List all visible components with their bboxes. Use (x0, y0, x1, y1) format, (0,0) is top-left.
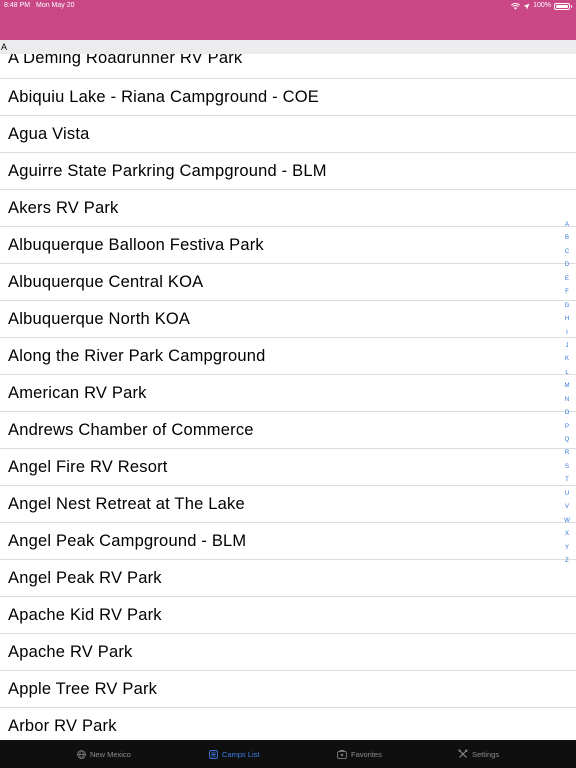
list-item[interactable]: Apache Kid RV Park (0, 597, 576, 634)
index-letter[interactable]: O (562, 407, 572, 420)
battery-percent: 100% (533, 2, 551, 9)
section-header-a: A (0, 40, 576, 54)
index-letter[interactable]: D (562, 259, 572, 272)
location-icon (523, 3, 530, 10)
tab-label: Favorites (351, 749, 382, 759)
list-item[interactable]: Albuquerque Central KOA (0, 264, 576, 301)
list-item[interactable]: Angel Peak Campground - BLM (0, 523, 576, 560)
tab-camps-list[interactable]: Camps List (209, 740, 260, 768)
list-item[interactable]: Apple Tree RV Park (0, 671, 576, 708)
index-letter[interactable]: S (562, 461, 572, 474)
list-item[interactable]: Along the River Park Campground (0, 338, 576, 375)
tab-settings[interactable]: Settings (458, 740, 499, 768)
tab-favorites[interactable]: Favorites (337, 740, 382, 768)
status-date: Mon May 20 (36, 2, 75, 9)
list-item[interactable]: Apache RV Park (0, 634, 576, 671)
tab-bar: New Mexico Camps List Favorites Settings (0, 740, 576, 768)
index-letter[interactable]: A (562, 219, 572, 232)
list-item[interactable]: Angel Nest Retreat at The Lake (0, 486, 576, 523)
index-letter[interactable]: W (562, 515, 572, 528)
camps-list[interactable]: A Deming Roadrunner RV Park Abiquiu Lake … (0, 54, 576, 740)
index-letter[interactable]: I (562, 327, 572, 340)
list-item[interactable]: Aguirre State Parkring Campground - BLM (0, 153, 576, 190)
globe-icon (77, 749, 86, 759)
index-letter[interactable]: J (562, 340, 572, 353)
index-letter[interactable]: Q (562, 434, 572, 447)
list-item[interactable]: Arbor RV Park (0, 708, 576, 740)
list-icon (209, 749, 218, 759)
app-root: 8:48 PM Mon May 20 100% A A Deming Roadr… (0, 0, 576, 768)
list-item[interactable]: Akers RV Park (0, 190, 576, 227)
list-item[interactable]: Angel Fire RV Resort (0, 449, 576, 486)
index-letter[interactable]: K (562, 353, 572, 366)
list-item[interactable]: Angel Peak RV Park (0, 560, 576, 597)
index-letter[interactable]: Y (562, 542, 572, 555)
favorites-icon (337, 749, 347, 759)
index-letter[interactable]: X (562, 528, 572, 541)
camps-list-content: A Deming Roadrunner RV Park Abiquiu Lake … (0, 54, 576, 740)
index-letter[interactable]: C (562, 246, 572, 259)
list-item[interactable]: Agua Vista (0, 116, 576, 153)
index-letter[interactable]: G (562, 300, 572, 313)
tab-new-mexico[interactable]: New Mexico (77, 740, 131, 768)
index-letter[interactable]: T (562, 474, 572, 487)
index-letter[interactable]: Z (562, 555, 572, 568)
list-item[interactable]: Abiquiu Lake - Riana Campground - COE (0, 79, 576, 116)
index-letter[interactable]: R (562, 447, 572, 460)
index-letter[interactable]: N (562, 394, 572, 407)
status-time: 8:48 PM (4, 2, 31, 9)
nav-header: 8:48 PM Mon May 20 100% (0, 0, 576, 40)
index-letter[interactable]: H (562, 313, 572, 326)
list-item[interactable]: Andrews Chamber of Commerce (0, 412, 576, 449)
tab-label: Camps List (222, 749, 260, 759)
index-letter[interactable]: M (562, 380, 572, 393)
status-bar: 8:48 PM Mon May 20 100% (0, 0, 576, 12)
list-item[interactable]: A Deming Roadrunner RV Park (0, 54, 576, 79)
tab-label: Settings (472, 749, 500, 759)
list-item[interactable]: Albuquerque North KOA (0, 301, 576, 338)
list-item[interactable]: American RV Park (0, 375, 576, 412)
tools-icon (458, 749, 468, 759)
index-letter[interactable]: P (562, 421, 572, 434)
alphabet-index[interactable]: ABCDEFGHIJKLMNOPQRSTUVWXYZ (562, 219, 572, 568)
index-letter[interactable]: L (562, 367, 572, 380)
list-item[interactable]: Albuquerque Balloon Festiva Park (0, 227, 576, 264)
index-letter[interactable]: E (562, 273, 572, 286)
wifi-icon (511, 2, 521, 10)
index-letter[interactable]: V (562, 501, 572, 514)
status-indicators: 100% (511, 0, 572, 12)
tab-label: New Mexico (90, 749, 131, 759)
index-letter[interactable]: F (562, 286, 572, 299)
index-letter[interactable]: U (562, 488, 572, 501)
index-letter[interactable]: B (562, 232, 572, 245)
battery-icon (554, 2, 572, 10)
